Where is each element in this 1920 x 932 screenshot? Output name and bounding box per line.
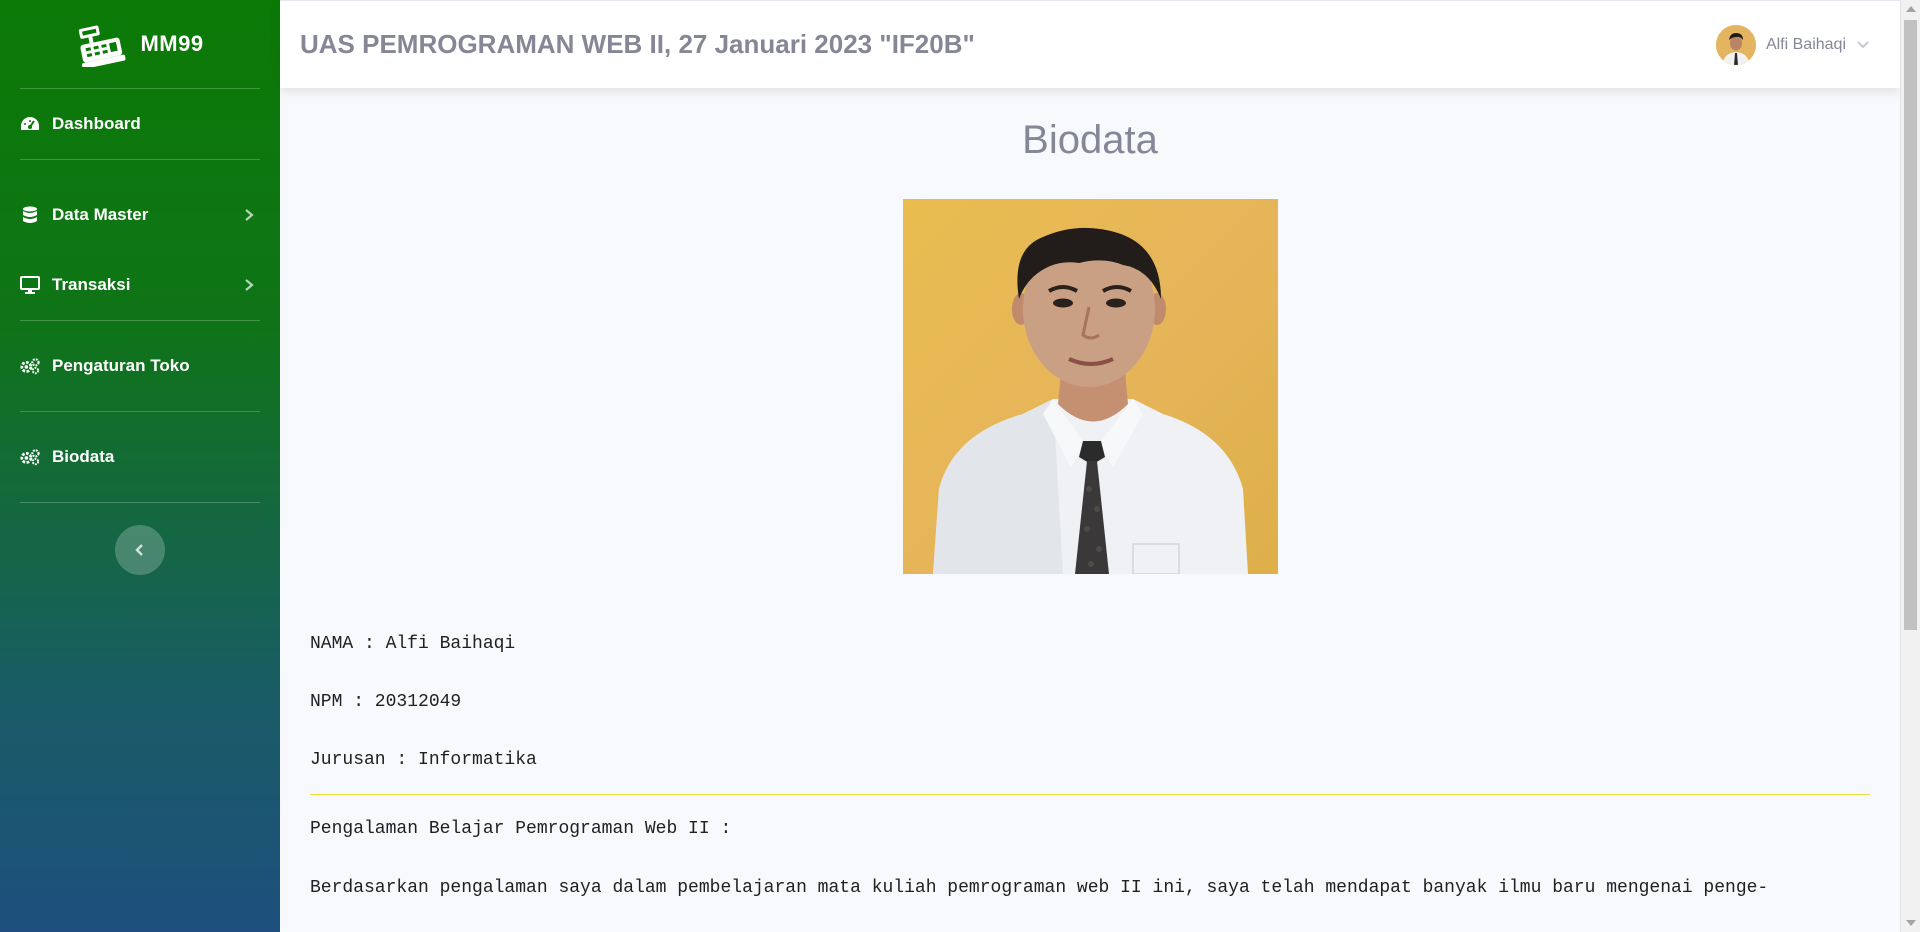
section-divider	[310, 794, 1870, 795]
sidebar-item-biodata[interactable]: Biodata	[0, 432, 280, 482]
brand[interactable]: MM99	[0, 0, 280, 88]
chevron-right-icon	[245, 279, 254, 291]
sidebar: MM99 Dashboard Data Master Transaksi Pen…	[0, 0, 280, 932]
chevron-right-icon	[245, 209, 254, 221]
scrollbar-thumb[interactable]	[1904, 20, 1917, 630]
field-npm: NPM : 20312049	[310, 692, 462, 712]
experience-heading: Pengalaman Belajar Pemrograman Web II :	[310, 819, 732, 839]
sidebar-item-label: Pengaturan Toko	[52, 356, 190, 375]
sidebar-item-label: Biodata	[52, 447, 115, 466]
sidebar-item-transaksi[interactable]: Transaksi	[0, 250, 280, 320]
sidebar-item-dashboard[interactable]: Dashboard	[0, 89, 280, 159]
field-jurusan: Jurusan : Informatika	[310, 750, 537, 770]
sidebar-item-label: Dashboard	[52, 114, 141, 133]
main-content: Biodata NAMA: Alfi Baihaqi NPM: 203120…	[280, 88, 1900, 932]
field-nama: NAMA : Alfi Baihaqi	[310, 634, 516, 654]
brand-name: MM99	[140, 31, 204, 56]
page-scrollbar[interactable]	[1900, 0, 1920, 932]
page-title: Biodata	[1022, 118, 1158, 162]
cash-register-icon	[79, 25, 126, 67]
topbar: UAS PEMROGRAMAN WEB II, 27 Januari 2023 …	[280, 0, 1900, 88]
chevron-left-icon	[135, 544, 143, 556]
database-icon	[20, 206, 40, 224]
cogs-icon	[20, 357, 40, 375]
avatar	[1715, 24, 1756, 65]
sidebar-item-data-master[interactable]: Data Master	[0, 180, 280, 250]
desktop-icon	[20, 276, 40, 294]
profile-photo	[902, 199, 1278, 574]
scroll-down-arrow-icon[interactable]	[1906, 920, 1916, 926]
tachometer-icon	[20, 115, 40, 133]
sidebar-item-label: Data Master	[52, 205, 149, 224]
cogs-icon	[20, 448, 40, 466]
sidebar-item-pengaturan-toko[interactable]: Pengaturan Toko	[0, 341, 280, 391]
user-name: Alfi Baihaqi	[1765, 35, 1846, 53]
user-menu[interactable]: Alfi Baihaqi	[1715, 24, 1880, 65]
page-header-title: UAS PEMROGRAMAN WEB II, 27 Januari 2023 …	[300, 29, 975, 59]
scroll-up-arrow-icon[interactable]	[1906, 6, 1916, 12]
experience-text: Berdasarkan pengalaman saya dalam pembel…	[310, 878, 1769, 898]
sidebar-item-label: Transaksi	[52, 275, 131, 294]
sidebar-toggle-button[interactable]	[115, 525, 165, 575]
chevron-down-icon	[1857, 40, 1869, 48]
